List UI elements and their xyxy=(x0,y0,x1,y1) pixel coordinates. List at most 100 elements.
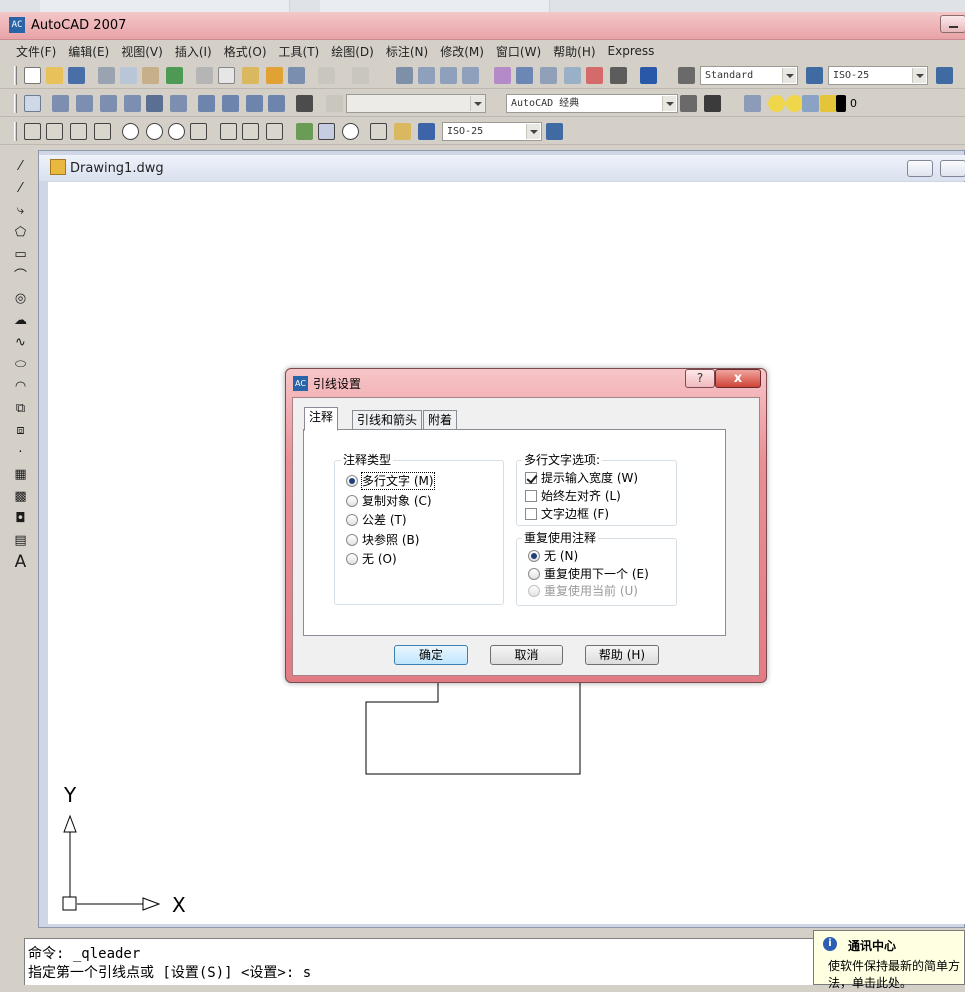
drawn-shape[interactable] xyxy=(365,682,581,775)
table-style-icon[interactable] xyxy=(936,67,953,84)
doc-minimize-button[interactable] xyxy=(907,160,933,177)
quick-leader-icon[interactable] xyxy=(296,123,313,140)
nw-iso-icon[interactable] xyxy=(268,95,285,112)
ellipse-arc-icon[interactable]: ◠ xyxy=(12,378,29,395)
arc-icon[interactable]: ⌒ xyxy=(12,268,29,285)
workspace-select[interactable]: AutoCAD 经典 xyxy=(506,94,678,113)
hatch-icon[interactable]: ▦ xyxy=(12,466,29,483)
plot-icon[interactable] xyxy=(820,95,837,112)
3d-dwf-icon[interactable] xyxy=(166,67,183,84)
preview-icon[interactable] xyxy=(120,67,137,84)
lightbulb-icon[interactable] xyxy=(768,95,785,112)
construction-line-icon[interactable]: ⁄ xyxy=(12,180,29,197)
angular-icon[interactable] xyxy=(190,123,207,140)
new-icon[interactable] xyxy=(24,67,41,84)
polygon-icon[interactable]: ⬠ xyxy=(12,224,29,241)
dialog-close-button[interactable]: x xyxy=(715,369,761,388)
circle-icon[interactable]: ◎ xyxy=(12,290,29,307)
undo-icon[interactable] xyxy=(318,67,335,84)
dim-style-select-2[interactable]: ISO-25 xyxy=(442,122,542,141)
view-select[interactable] xyxy=(346,94,486,113)
zoom-previous-icon[interactable] xyxy=(462,67,479,84)
radio-mtext[interactable]: 多行文字 (M) xyxy=(346,472,476,490)
toolbar-grip[interactable] xyxy=(14,66,17,85)
zoom-window-icon[interactable] xyxy=(440,67,457,84)
checkbox-frame-text[interactable]: 文字边框 (F) xyxy=(525,506,665,522)
aligned-dim-icon[interactable] xyxy=(46,123,63,140)
tool-palettes-icon[interactable] xyxy=(540,67,557,84)
menu-format[interactable]: 格式(O) xyxy=(218,43,273,60)
menu-draw[interactable]: 绘图(D) xyxy=(325,43,380,60)
open-icon[interactable] xyxy=(46,67,63,84)
properties-icon[interactable] xyxy=(494,67,511,84)
named-views-icon[interactable] xyxy=(24,95,41,112)
checkbox-always-left-justify[interactable]: 始终左对齐 (L) xyxy=(525,488,665,504)
paste-icon[interactable] xyxy=(242,67,259,84)
multiline-text-icon[interactable]: A xyxy=(12,554,29,571)
line-icon[interactable]: ⁄ xyxy=(12,158,29,175)
jogged-icon[interactable] xyxy=(146,123,163,140)
menu-help[interactable]: 帮助(H) xyxy=(547,43,601,60)
block-editor-icon[interactable] xyxy=(288,67,305,84)
point-icon[interactable]: · xyxy=(12,444,29,461)
table-icon[interactable]: ▤ xyxy=(12,532,29,549)
polyline-icon[interactable]: ⤷ xyxy=(12,202,29,219)
radio-reuse-none[interactable]: 无 (N) xyxy=(528,548,668,564)
match-properties-icon[interactable] xyxy=(266,67,283,84)
print-icon[interactable] xyxy=(98,67,115,84)
radius-icon[interactable] xyxy=(122,123,139,140)
communication-center-balloon[interactable]: i 通讯中心 使软件保持最新的简单方法，单击此处。 xyxy=(813,930,965,990)
zoom-realtime-icon[interactable] xyxy=(418,67,435,84)
dim-text-edit-icon[interactable] xyxy=(394,123,411,140)
menu-modify[interactable]: 修改(M) xyxy=(434,43,490,60)
minimize-button[interactable] xyxy=(940,15,965,33)
dim-style-select[interactable]: ISO-25 xyxy=(828,66,928,85)
diameter-icon[interactable] xyxy=(168,123,185,140)
center-mark-icon[interactable] xyxy=(342,123,359,140)
doc-restore-button[interactable] xyxy=(940,160,965,177)
layer-name[interactable]: 0 xyxy=(850,97,857,110)
menu-insert[interactable]: 插入(I) xyxy=(169,43,218,60)
chevron-down-icon[interactable] xyxy=(470,96,484,111)
save-icon[interactable] xyxy=(68,67,85,84)
arc-length-icon[interactable] xyxy=(70,123,87,140)
toolbar-grip[interactable] xyxy=(14,94,17,113)
radio-reuse-next[interactable]: 重复使用下一个 (E) xyxy=(528,566,668,582)
radio-block-reference[interactable]: 块参照 (B) xyxy=(346,532,476,548)
publish-icon[interactable] xyxy=(142,67,159,84)
workspace-settings-icon[interactable] xyxy=(680,95,697,112)
chevron-down-icon[interactable] xyxy=(912,68,926,83)
text-style-icon[interactable] xyxy=(678,67,695,84)
view-right-icon[interactable] xyxy=(124,95,141,112)
ordinate-icon[interactable] xyxy=(94,123,111,140)
gradient-icon[interactable]: ▩ xyxy=(12,488,29,505)
insert-block-icon[interactable]: ⧉ xyxy=(12,400,29,417)
radio-copy-object[interactable]: 复制对象 (C) xyxy=(346,493,476,509)
linear-dim-icon[interactable] xyxy=(24,123,41,140)
sheet-set-icon[interactable] xyxy=(564,67,581,84)
layer-properties-icon[interactable] xyxy=(744,95,761,112)
tab-annotation[interactable]: 注释 xyxy=(304,407,339,431)
copy-icon[interactable] xyxy=(218,67,235,84)
rectangle-icon[interactable]: ▭ xyxy=(12,246,29,263)
ok-button[interactable]: 确定 xyxy=(394,645,468,665)
cut-icon[interactable] xyxy=(196,67,213,84)
radio-tolerance[interactable]: 公差 (T) xyxy=(346,512,476,528)
menu-file[interactable]: 文件(F) xyxy=(10,43,62,60)
view-top-icon[interactable] xyxy=(52,95,69,112)
quick-dim-icon[interactable] xyxy=(220,123,237,140)
dim-style-icon[interactable] xyxy=(806,67,823,84)
lock-icon[interactable] xyxy=(802,95,819,112)
se-iso-icon[interactable] xyxy=(222,95,239,112)
view-back-icon[interactable] xyxy=(170,95,187,112)
view-left-icon[interactable] xyxy=(100,95,117,112)
continue-icon[interactable] xyxy=(266,123,283,140)
menu-edit[interactable]: 编辑(E) xyxy=(62,43,115,60)
menu-window[interactable]: 窗口(W) xyxy=(490,43,547,60)
make-block-icon[interactable]: ⧈ xyxy=(12,422,29,439)
chevron-down-icon[interactable] xyxy=(782,68,796,83)
checkbox-prompt-width[interactable]: 提示输入宽度 (W) xyxy=(525,470,665,486)
spline-icon[interactable]: ∿ xyxy=(12,334,29,351)
color-swatch-icon[interactable] xyxy=(836,95,846,112)
help-icon[interactable] xyxy=(640,67,657,84)
